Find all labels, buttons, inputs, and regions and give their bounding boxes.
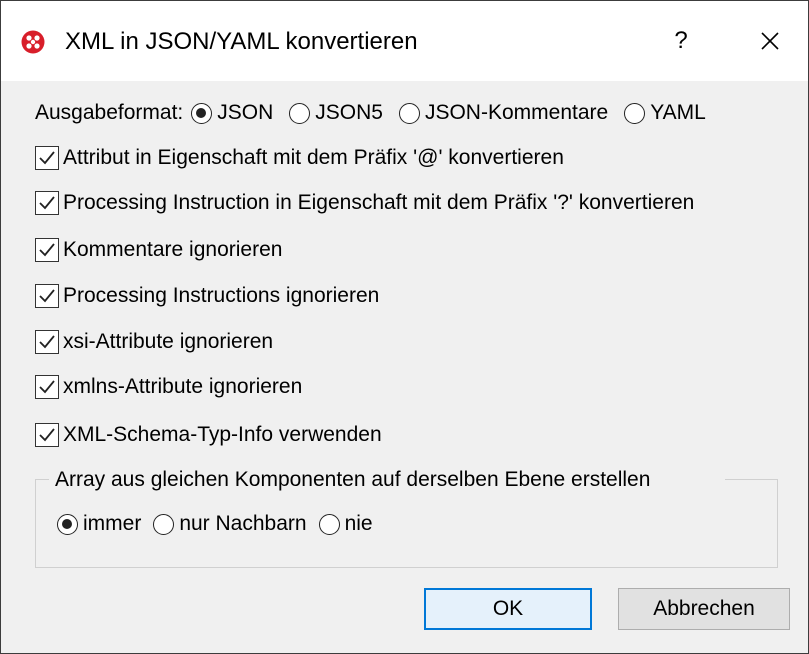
radio-neighbors[interactable]: nur Nachbarn [153, 512, 307, 536]
radio-json-button[interactable] [191, 102, 213, 124]
radio-json-comments-label[interactable]: JSON-Kommentare [425, 101, 608, 125]
checkbox-ignore-xsi[interactable] [35, 330, 59, 354]
radio-yaml-label[interactable]: YAML [650, 101, 706, 125]
app-logo-icon [21, 30, 45, 54]
ok-button[interactable]: OK [424, 588, 592, 630]
option-attribute-prefix[interactable]: Attribut in Eigenschaft mit dem Präfix '… [35, 142, 564, 174]
checkmark-icon [39, 428, 55, 442]
option-schema-type-info[interactable]: XML-Schema-Typ-Info verwenden [35, 419, 382, 451]
dialog-title: XML in JSON/YAML konvertieren [65, 28, 418, 55]
option-label[interactable]: xmlns-Attribute ignorieren [63, 375, 302, 399]
radio-yaml-button[interactable] [624, 102, 646, 124]
radio-json5[interactable]: JSON5 [289, 101, 383, 125]
option-label[interactable]: Processing Instructions ignorieren [63, 284, 379, 308]
radio-never-label[interactable]: nie [345, 512, 373, 536]
radio-neighbors-label[interactable]: nur Nachbarn [179, 512, 306, 536]
checkmark-icon [39, 335, 55, 349]
title-bar: XML in JSON/YAML konvertieren ? [1, 1, 808, 81]
radio-never-button[interactable] [318, 513, 340, 535]
checkmark-icon [39, 196, 55, 210]
option-ignore-comments[interactable]: Kommentare ignorieren [35, 234, 282, 266]
option-ignore-pi[interactable]: Processing Instructions ignorieren [35, 280, 379, 312]
checkbox-attribute-prefix[interactable] [35, 146, 59, 170]
option-label[interactable]: Processing Instruction in Eigenschaft mi… [63, 191, 694, 215]
close-button[interactable] [749, 21, 791, 61]
groupbox-border [725, 479, 777, 480]
cancel-button[interactable]: Abbrechen [618, 588, 790, 630]
checkmark-icon [39, 243, 55, 257]
convert-dialog: XML in JSON/YAML konvertieren ? Ausgabef… [0, 0, 809, 654]
checkbox-ignore-xmlns[interactable] [35, 375, 59, 399]
option-pi-prefix[interactable]: Processing Instruction in Eigenschaft mi… [35, 187, 694, 219]
radio-yaml[interactable]: YAML [624, 101, 706, 125]
option-label[interactable]: Attribut in Eigenschaft mit dem Präfix '… [63, 146, 564, 170]
checkmark-icon [39, 380, 55, 394]
checkbox-schema-type-info[interactable] [35, 423, 59, 447]
close-icon [761, 32, 779, 50]
radio-json[interactable]: JSON [191, 101, 273, 125]
checkmark-icon [39, 289, 55, 303]
checkbox-pi-prefix[interactable] [35, 191, 59, 215]
checkmark-icon [39, 151, 55, 165]
radio-json5-label[interactable]: JSON5 [315, 101, 383, 125]
option-label[interactable]: XML-Schema-Typ-Info verwenden [63, 423, 382, 447]
array-options-row: immer nur Nachbarn nie [57, 508, 373, 540]
help-button[interactable]: ? [661, 21, 701, 61]
option-label[interactable]: xsi-Attribute ignorieren [63, 330, 273, 354]
output-format-row: Ausgabeformat: JSON JSON5 JSON-Kommentar… [35, 97, 706, 129]
checkbox-ignore-pi[interactable] [35, 284, 59, 308]
radio-always-label[interactable]: immer [83, 512, 141, 536]
radio-json-comments-button[interactable] [398, 102, 420, 124]
radio-always[interactable]: immer [57, 512, 141, 536]
radio-json5-button[interactable] [289, 102, 311, 124]
radio-neighbors-button[interactable] [153, 513, 175, 535]
output-format-label: Ausgabeformat: [35, 101, 184, 124]
groupbox-border [35, 479, 49, 480]
radio-never[interactable]: nie [318, 512, 373, 536]
radio-json-comments[interactable]: JSON-Kommentare [398, 101, 608, 125]
option-ignore-xsi[interactable]: xsi-Attribute ignorieren [35, 326, 273, 358]
array-group-title: Array aus gleichen Komponenten auf derse… [53, 467, 653, 493]
option-label[interactable]: Kommentare ignorieren [63, 238, 282, 262]
radio-always-button[interactable] [57, 513, 78, 535]
option-ignore-xmlns[interactable]: xmlns-Attribute ignorieren [35, 371, 302, 403]
radio-json-label[interactable]: JSON [217, 101, 273, 125]
checkbox-ignore-comments[interactable] [35, 238, 59, 262]
